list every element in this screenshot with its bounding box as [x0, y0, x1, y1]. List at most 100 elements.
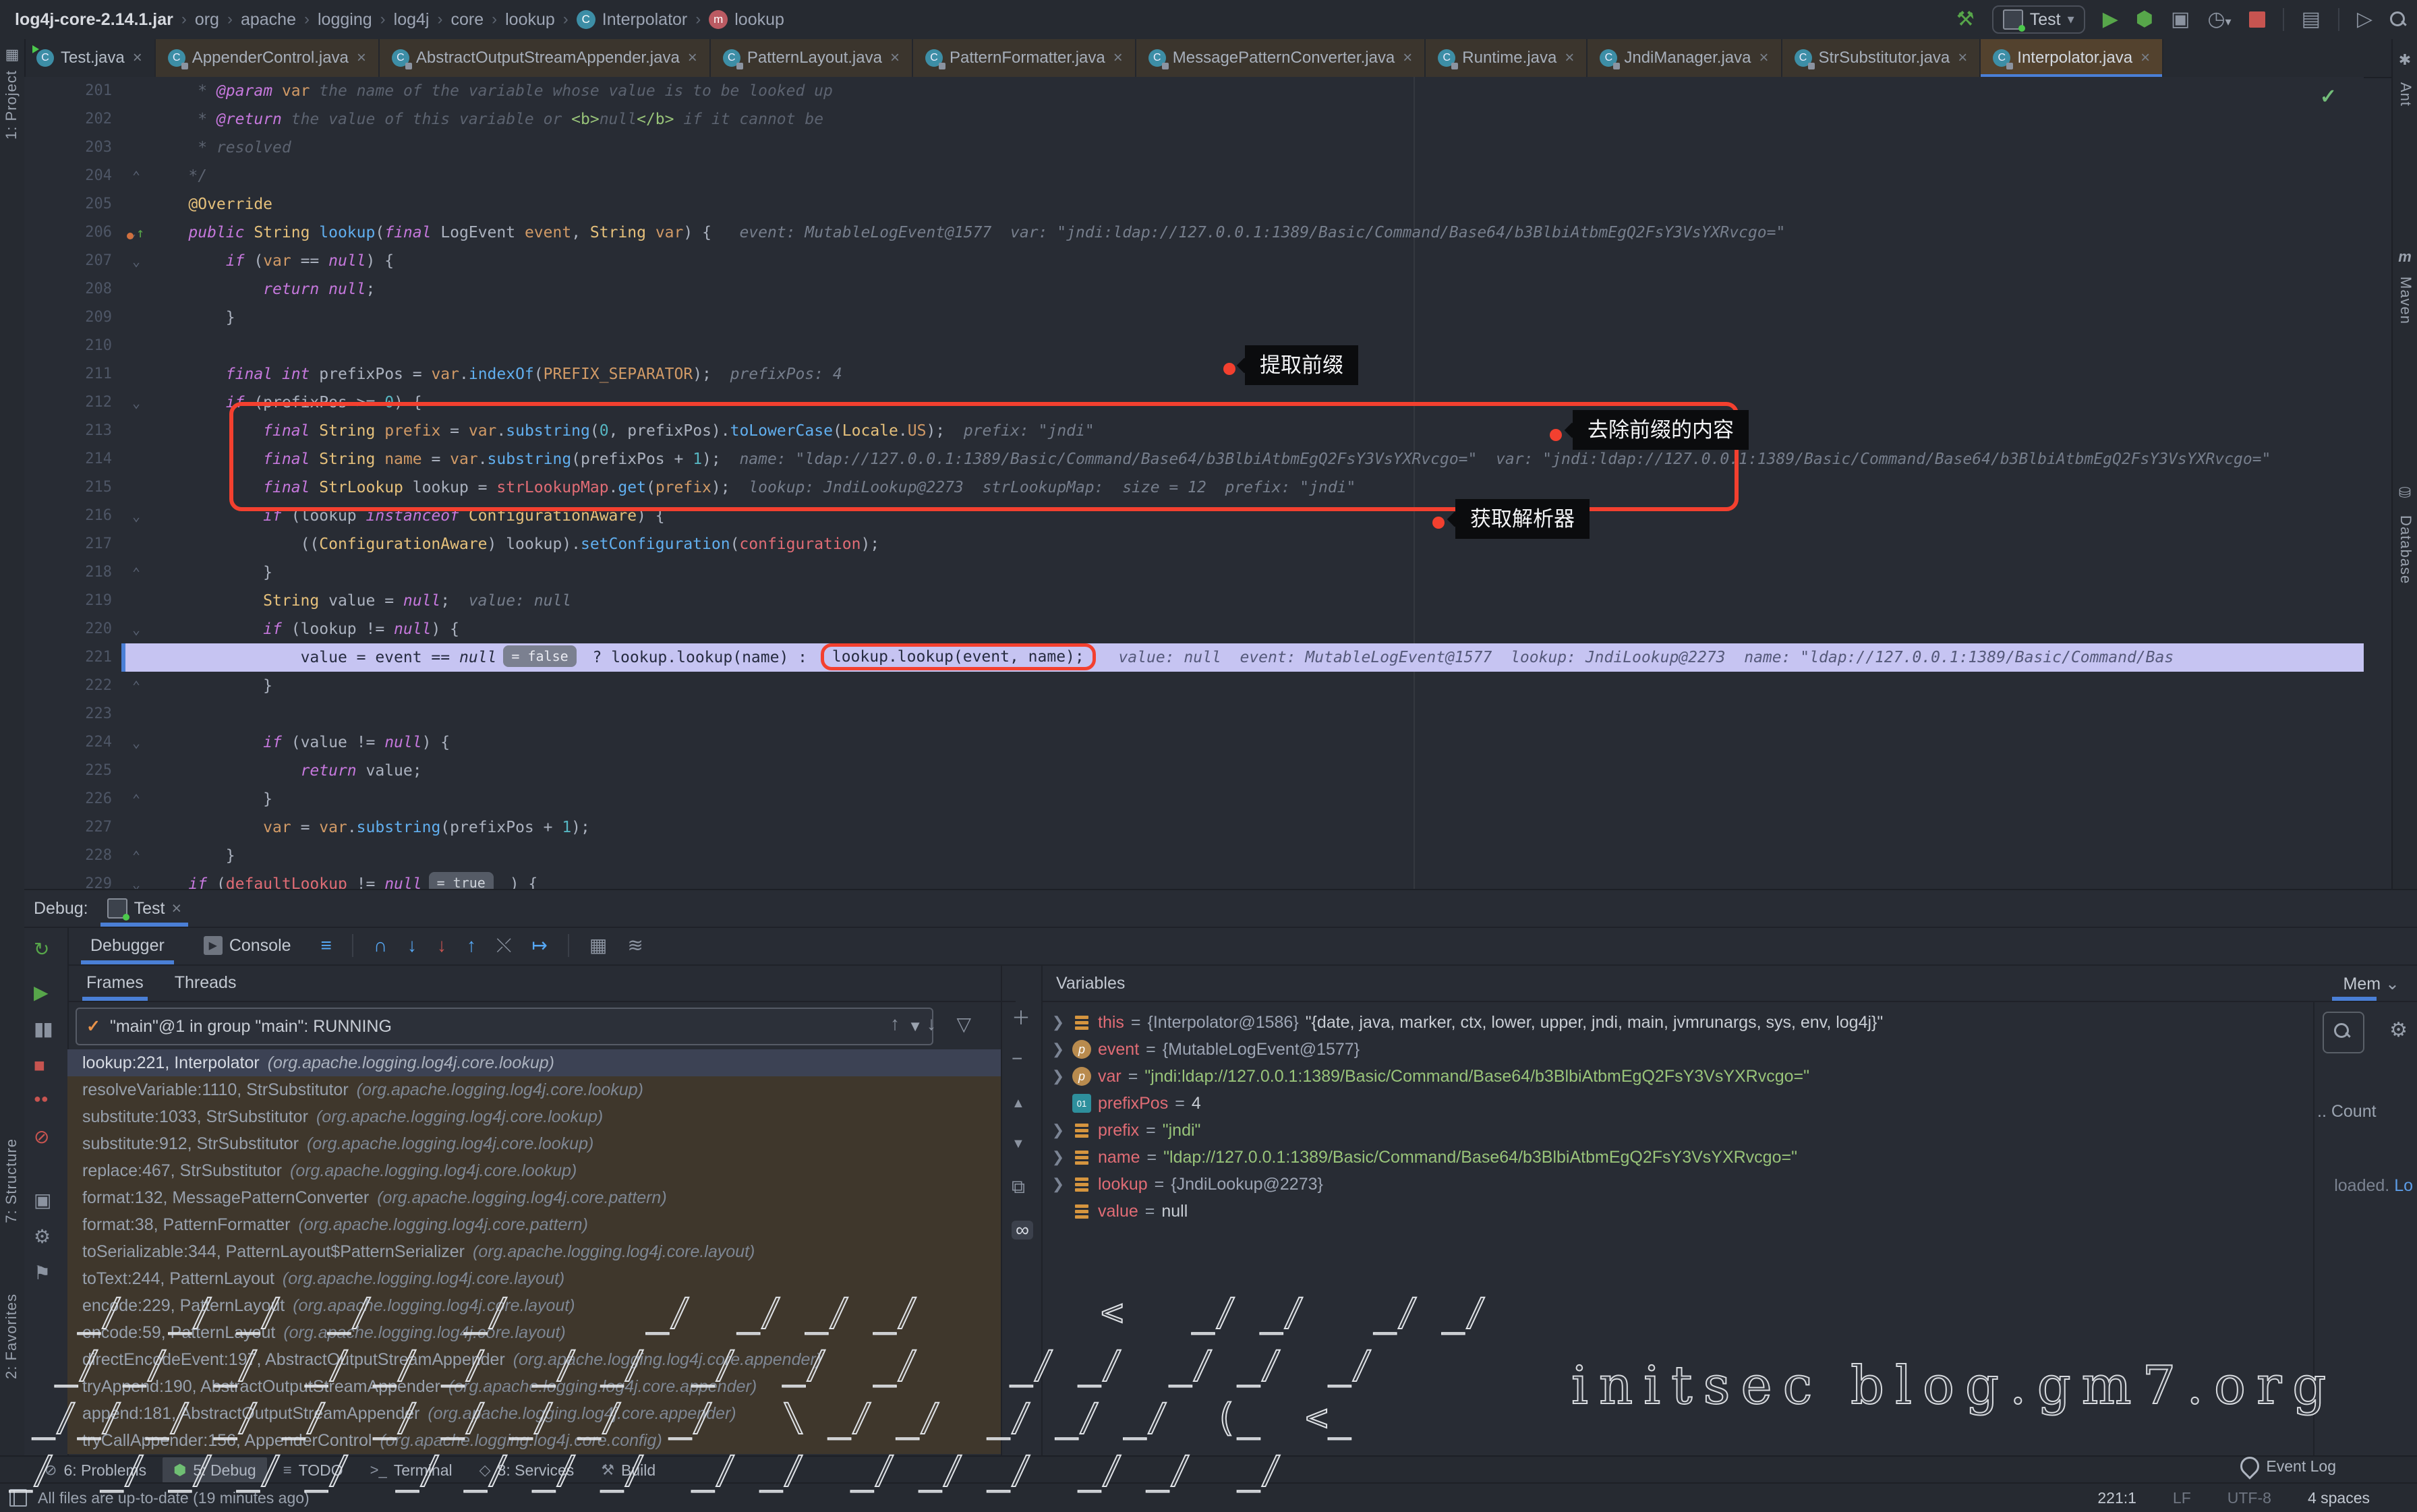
layout-icon[interactable] — [9, 1489, 27, 1507]
code-line-224[interactable]: 224⌄ if (value != null) { — [24, 728, 2364, 757]
tab-memory[interactable]: Mem ⌄ — [2343, 974, 2399, 994]
code-line-203[interactable]: 203 * resolved — [24, 134, 2364, 162]
editor-tab-messagepatternconverter-java[interactable]: CMessagePatternConverter.java — [1136, 39, 1426, 77]
fold-marker[interactable]: ⌃ — [121, 842, 151, 870]
expand-arrow-icon[interactable]: ❯ — [1051, 1122, 1066, 1139]
fold-marker[interactable]: ⌄ — [121, 502, 151, 530]
thread-selector[interactable]: ✓ "main"@1 in group "main": RUNNING ▼ — [76, 1008, 933, 1045]
tab-console[interactable]: ▶Console — [194, 927, 301, 964]
tab-debugger[interactable]: Debugger — [81, 927, 174, 964]
fold-marker[interactable]: ⌄ — [121, 247, 151, 275]
run-to-cursor-icon[interactable]: ↦ — [531, 936, 547, 955]
fold-marker[interactable]: ⌃ — [121, 558, 151, 587]
frames-list[interactable]: lookup:221, Interpolator (org.apache.log… — [67, 1049, 1001, 1457]
variable-row[interactable]: 01prefixPos = 4 — [1051, 1090, 2309, 1117]
variable-row[interactable]: value = null — [1051, 1198, 2309, 1225]
frame-row[interactable]: encode:59, PatternLayout (org.apache.log… — [67, 1319, 1001, 1346]
editor-tab-abstractoutputstreamappender-java[interactable]: CAbstractOutputStreamAppender.java — [380, 39, 711, 77]
variables-list[interactable]: ❯this = {Interpolator@1586} "{date, java… — [1041, 1009, 2309, 1457]
code-line-219[interactable]: 219 String value = null; value: null — [24, 587, 2364, 615]
stop-button[interactable] — [2249, 11, 2265, 28]
variable-row[interactable]: ❯this = {Interpolator@1586} "{date, java… — [1051, 1009, 2309, 1036]
tool-button-database[interactable]: Database — [2397, 515, 2414, 584]
tool-button-6-problems[interactable]: ⊘6: Problems — [34, 1457, 157, 1483]
tool-button-structure[interactable]: 7: Structure — [3, 1138, 20, 1223]
ant-icon[interactable]: ✱ — [2393, 51, 2417, 69]
variable-row[interactable]: ❯prefix = "jndi" — [1051, 1117, 2309, 1144]
expand-arrow-icon[interactable]: ❯ — [1051, 1068, 1066, 1085]
copy-icon[interactable]: ⧉ — [1012, 1177, 1025, 1196]
remove-watch-icon[interactable]: − — [1012, 1049, 1022, 1068]
tool-button-8-services[interactable]: ◇8: Services — [469, 1457, 585, 1483]
expand-arrow-icon[interactable]: ❯ — [1051, 1175, 1066, 1193]
frame-row[interactable]: format:38, PatternFormatter (org.apache.… — [67, 1211, 1001, 1238]
close-icon[interactable] — [688, 49, 697, 67]
force-step-into-icon[interactable]: ↓ — [437, 936, 446, 955]
run-configuration-select[interactable]: Test ▾ — [1992, 5, 2085, 34]
memory-load-link[interactable]: Lo — [2394, 1176, 2413, 1195]
frame-row[interactable]: toText:244, PatternLayout (org.apache.lo… — [67, 1265, 1001, 1292]
evaluate-expression-icon[interactable]: ▦ — [589, 936, 607, 955]
project-structure-icon[interactable]: ▤ — [2302, 9, 2321, 30]
pin-icon[interactable]: ⚑ — [34, 1264, 51, 1283]
rerun-icon[interactable]: ↻ — [34, 940, 49, 959]
frame-row[interactable]: resolveVariable:1110, StrSubstitutor (or… — [67, 1076, 1001, 1103]
settings-gear-icon[interactable]: ⚙ — [2389, 1018, 2408, 1042]
frame-row[interactable]: substitute:1033, StrSubstitutor (org.apa… — [67, 1103, 1001, 1130]
code-line-225[interactable]: 225 return value; — [24, 757, 2364, 785]
code-line-202[interactable]: 202 * @return the value of this variable… — [24, 105, 2364, 134]
file-encoding[interactable]: UTF-8 — [2227, 1489, 2271, 1507]
breadcrumb-item[interactable]: apache — [241, 10, 296, 30]
frame-row[interactable]: tryAppend:190, AbstractOutputStreamAppen… — [67, 1373, 1001, 1400]
code-line-226[interactable]: 226⌃ } — [24, 785, 2364, 813]
frame-row[interactable]: toSerializable:344, PatternLayout$Patter… — [67, 1238, 1001, 1265]
maven-icon[interactable]: m — [2393, 248, 2417, 266]
run-anything-icon[interactable]: ▷ — [2357, 9, 2372, 30]
hide-frames-icon[interactable]: ≡ — [321, 936, 332, 955]
mute-breakpoints-icon[interactable]: ⊘ — [34, 1128, 49, 1146]
close-icon[interactable] — [133, 49, 142, 67]
frame-row[interactable]: format:132, MessagePatternConverter (org… — [67, 1184, 1001, 1211]
breadcrumb-item[interactable]: logging — [318, 10, 372, 30]
tool-button-todo[interactable]: ≡TODO — [272, 1457, 354, 1483]
code-line-228[interactable]: 228⌃ } — [24, 842, 2364, 870]
expand-arrow-icon[interactable]: ❯ — [1051, 1014, 1066, 1031]
variable-row[interactable]: ❯pvar = "jndi:ldap://127.0.0.1:1389/Basi… — [1051, 1063, 2309, 1090]
code-line-208[interactable]: 208 return null; — [24, 275, 2364, 303]
editor-tab-strsubstitutor-java[interactable]: CStrSubstitutor.java — [1782, 39, 1981, 77]
memory-search-box[interactable] — [2323, 1012, 2364, 1053]
frame-row[interactable]: lookup:221, Interpolator (org.apache.log… — [67, 1049, 1001, 1076]
line-ending[interactable]: LF — [2173, 1489, 2191, 1507]
tab-threads[interactable]: Threads — [171, 964, 241, 1001]
close-icon[interactable] — [1113, 49, 1123, 67]
tool-button-maven[interactable]: Maven — [2397, 277, 2414, 324]
code-line-207[interactable]: 207⌄ if (var == null) { — [24, 247, 2364, 275]
step-out-icon[interactable]: ↑ — [467, 936, 476, 955]
frame-row[interactable]: encode:229, PatternLayout (org.apache.lo… — [67, 1292, 1001, 1319]
breadcrumb-jar[interactable]: log4j-core-2.14.1.jar — [15, 10, 173, 30]
scroll-up-icon[interactable]: ▲ — [1012, 1097, 1025, 1110]
database-icon[interactable]: ⛁ — [2393, 484, 2417, 502]
view-breakpoints-icon[interactable]: ●● — [34, 1093, 49, 1105]
fold-marker[interactable]: ⌄ — [121, 870, 151, 889]
tool-button-terminal[interactable]: >_Terminal — [359, 1457, 463, 1483]
close-icon[interactable] — [2141, 49, 2150, 67]
pause-icon[interactable]: ▮▮ — [34, 1020, 52, 1039]
caret-position[interactable]: 221:1 — [2097, 1489, 2136, 1507]
coverage-button[interactable]: ▣ — [2171, 9, 2190, 30]
drop-frame-icon[interactable]: ⤬ — [496, 936, 511, 955]
code-line-205[interactable]: 205 @Override — [24, 190, 2364, 219]
breadcrumb-class[interactable]: Interpolator — [602, 10, 687, 30]
next-frame-icon[interactable]: ↓ — [927, 1013, 936, 1035]
fold-marker[interactable]: ⌄ — [121, 388, 151, 417]
event-log-button[interactable]: Event Log — [2240, 1457, 2336, 1476]
run-button[interactable]: ▶ — [2103, 9, 2118, 30]
debug-button[interactable]: ⬢ — [2136, 9, 2153, 30]
frame-row[interactable]: replace:467, StrSubstitutor (org.apache.… — [67, 1157, 1001, 1184]
step-into-icon[interactable]: ↓ — [407, 936, 417, 955]
editor-tab-test-java[interactable]: CTest.java — [24, 39, 156, 77]
code-line-221[interactable]: 221 value = event == null= false ? looku… — [24, 643, 2364, 672]
code-line-229[interactable]: 229⌄ if (defaultLookup != null= true ) { — [24, 870, 2364, 889]
frame-row[interactable]: tryCallAppender:156, AppenderControl (or… — [67, 1427, 1001, 1454]
expand-arrow-icon[interactable]: ❯ — [1051, 1148, 1066, 1166]
